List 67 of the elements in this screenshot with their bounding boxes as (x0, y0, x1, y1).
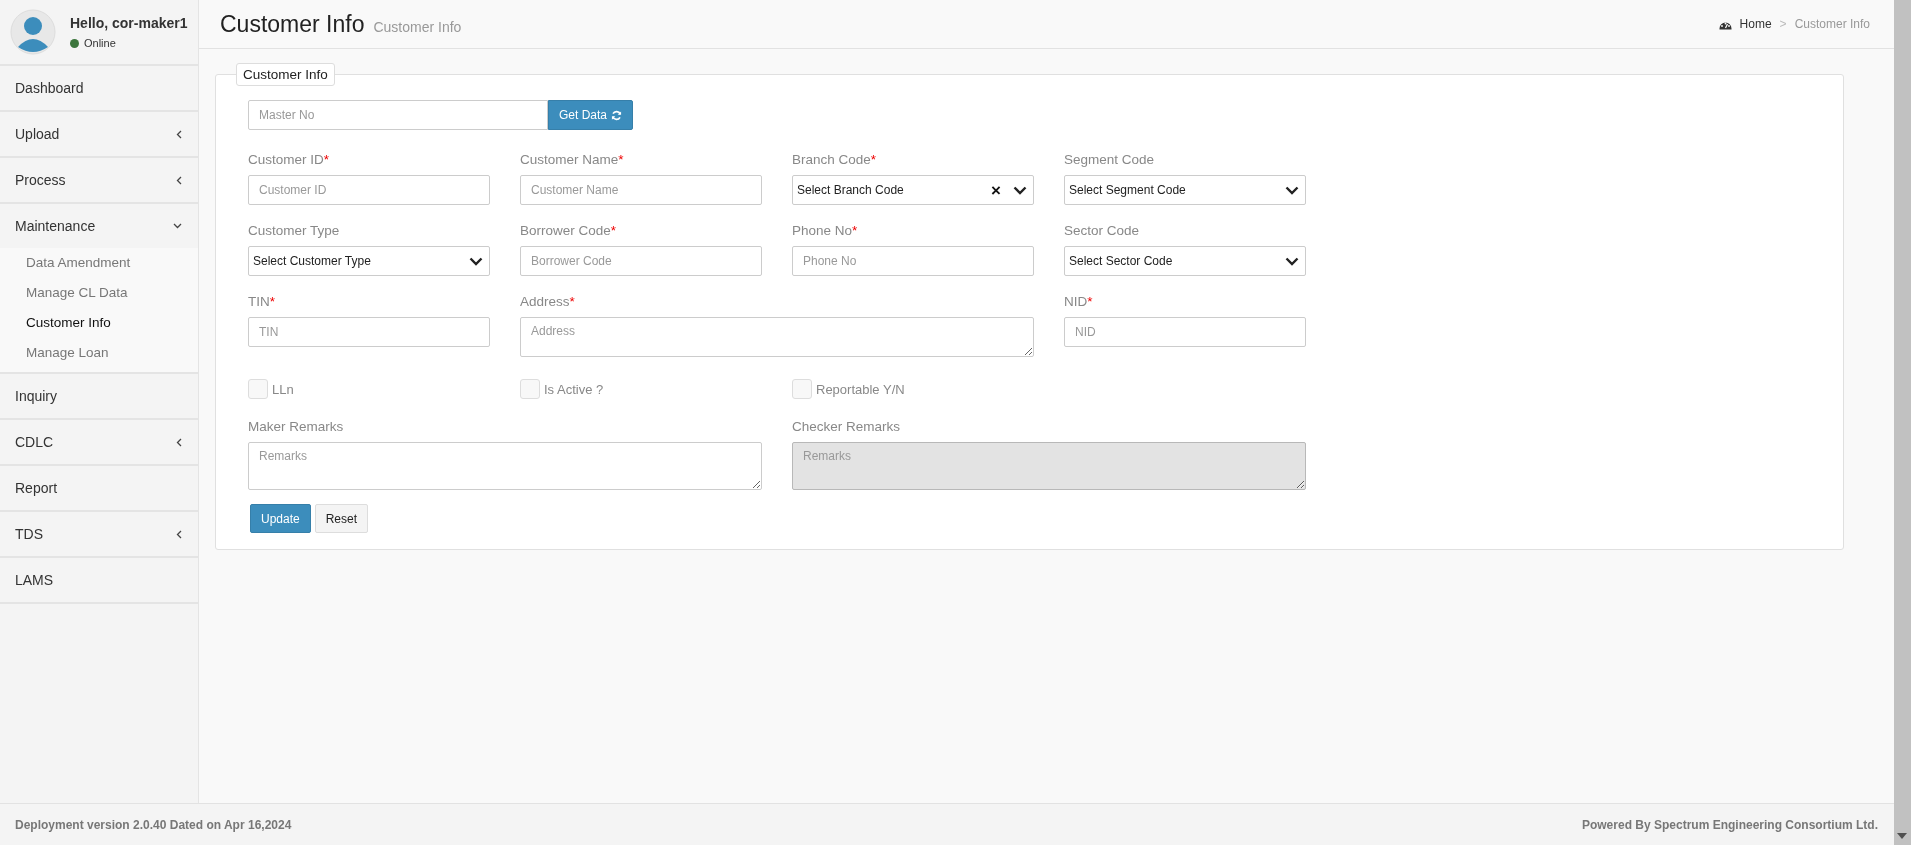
field-label: Customer Type (248, 223, 341, 238)
text-area: Remarks (792, 442, 1306, 490)
reset-button[interactable]: Reset (314, 504, 369, 533)
checkbox[interactable] (248, 379, 268, 399)
text-area[interactable]: Remarks (248, 442, 762, 490)
text-field[interactable]: Borrower Code (520, 246, 762, 276)
text-field[interactable]: Customer Name (520, 175, 762, 205)
panel-legend: Customer Info (236, 63, 335, 86)
checkbox[interactable] (792, 379, 812, 399)
field-label: Segment Code (1064, 152, 1156, 167)
select-field[interactable]: Select Branch Code × (792, 175, 1034, 205)
select-field[interactable]: Select Segment Code (1064, 175, 1306, 205)
breadcrumb-link[interactable]: Home (1739, 17, 1772, 31)
checkbox-label: LLn (272, 381, 294, 397)
field-label: TIN* (248, 294, 276, 309)
powered-by-text: Powered By Spectrum Engineering Consortium Ltd. (1581, 817, 1878, 832)
version-text: Deployment version 2.0.40 Dated on Apr 16,2024 (15, 817, 292, 832)
select-field[interactable]: Select Customer Type (248, 246, 490, 276)
sidebar-item[interactable]: Dashboard (0, 66, 198, 112)
field-label: Phone No* (792, 223, 859, 238)
sidebar-item[interactable]: CDLC (0, 420, 198, 466)
text-field[interactable]: Phone No (792, 246, 1034, 276)
submenu-item[interactable]: Manage CL Data (0, 278, 198, 308)
page-subtitle: Customer Info (373, 18, 462, 35)
chevron-down-icon[interactable] (469, 256, 483, 266)
page-title: Customer Info (220, 10, 365, 38)
sidebar-item[interactable]: LAMS (0, 558, 198, 604)
field-label: Customer Name* (520, 152, 625, 167)
field-label: Borrower Code* (520, 223, 618, 238)
clear-button[interactable]: × (991, 181, 1001, 199)
text-field[interactable]: TIN (248, 317, 490, 347)
text-area[interactable]: Address (520, 317, 1034, 357)
field-label: Checker Remarks (792, 419, 902, 434)
sidebar-item[interactable]: Report (0, 466, 198, 512)
sidebar-item[interactable]: TDS (0, 512, 198, 558)
scroll-down-arrow-icon[interactable] (1897, 833, 1907, 839)
field-label: Sector Code (1064, 223, 1141, 238)
submenu-item[interactable]: Manage Loan (0, 338, 198, 368)
breadcrumb-item: > (1779, 17, 1787, 31)
sidebar-item[interactable]: Process (0, 158, 198, 204)
breadcrumb-item: Customer Info (1794, 17, 1870, 31)
chevron-down-icon[interactable] (1285, 185, 1299, 195)
field-label: Customer ID* (248, 152, 331, 167)
field-label: Maker Remarks (248, 419, 345, 434)
submenu-item[interactable]: Data Amendment (0, 248, 198, 278)
scrollbar[interactable] (1894, 0, 1911, 845)
text-field[interactable]: Customer ID (248, 175, 490, 205)
field-label: NID* (1064, 294, 1094, 309)
user-greeting: Hello, cor-maker1 (70, 15, 188, 31)
checkbox-label: Reportable Y/N (816, 381, 905, 397)
checkbox-label: Is Active ? (544, 381, 604, 397)
sidebar-item[interactable]: Upload (0, 112, 198, 158)
refresh-icon (611, 109, 623, 121)
field-label: Address* (520, 294, 576, 309)
checkbox[interactable] (520, 379, 540, 399)
sidebar-item[interactable]: Inquiry (0, 374, 198, 420)
submenu-item[interactable]: Customer Info (0, 308, 198, 338)
avatar-icon (10, 9, 56, 55)
chevron-down-icon[interactable] (1013, 185, 1027, 195)
chevron-down-icon[interactable] (1285, 256, 1299, 266)
status-text: Online (84, 37, 116, 49)
master-no-field[interactable]: Master No (248, 100, 548, 130)
get-data-button[interactable]: Get Data (548, 100, 634, 130)
select-field[interactable]: Select Sector Code (1064, 246, 1306, 276)
update-button[interactable]: Update (250, 504, 311, 533)
field-label: Branch Code* (792, 152, 878, 167)
text-field[interactable]: NID (1064, 317, 1306, 347)
